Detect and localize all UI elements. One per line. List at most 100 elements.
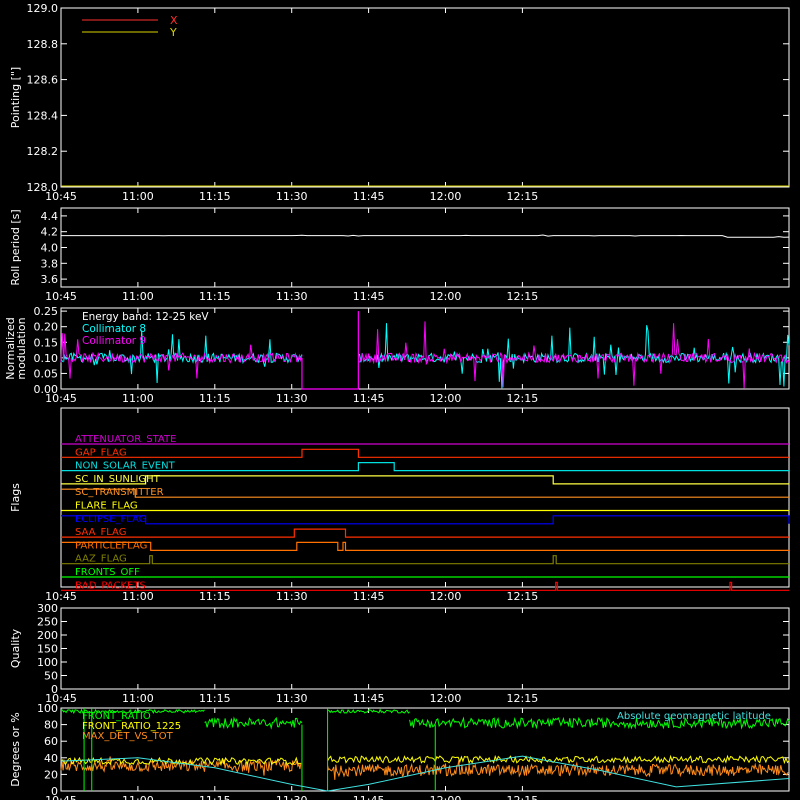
x-tick-label: 12:00	[430, 190, 462, 203]
flag-line-aaz-flag	[61, 555, 789, 565]
panel-frame	[60, 207, 790, 288]
data-gap-line	[301, 311, 359, 390]
x-tick-label: 12:15	[507, 794, 539, 800]
panel-frame	[60, 607, 790, 690]
x-tick-label: 11:45	[353, 794, 385, 800]
x-tick-label: 12:15	[507, 190, 539, 203]
legend-label-right: Absolute geomagnetic latitude	[617, 711, 771, 722]
x-tick-label: 10:45	[45, 290, 77, 303]
y-tick-label: 128.8	[27, 38, 59, 51]
y-tick-label: 3.6	[41, 273, 59, 286]
x-tick-label: 11:45	[353, 190, 385, 203]
flag-label: FRONTS_OFF	[75, 567, 140, 578]
flag-line-sc-in-sunlight	[61, 475, 789, 485]
y-tick-label: 128.0	[27, 181, 59, 194]
flag-label: AAZ_FLAG	[75, 554, 127, 565]
flag-label: BAD_PACKETS	[75, 580, 146, 591]
flag-label: ATTENUATOR_STATE	[75, 434, 176, 445]
y-axis-label: Degrees or %	[9, 712, 22, 786]
x-tick-label: 11:00	[122, 290, 154, 303]
panel-2: 10:45 11:00 11:15 11:30 11:45 12:00 12:150.000…	[4, 305, 790, 405]
y-tick-label: 0.15	[34, 336, 59, 349]
legend-label: Y	[169, 26, 177, 39]
x-tick-label: 11:15	[199, 290, 231, 303]
x-tick-label: 11:30	[276, 190, 308, 203]
x-tick-label: 12:00	[430, 692, 462, 705]
x-tick-label: 11:15	[199, 392, 231, 405]
y-tick-label: 4.0	[41, 242, 59, 255]
x-tick-label: 11:15	[199, 692, 231, 705]
x-tick-label: 11:00	[122, 190, 154, 203]
x-tick-label: 12:15	[507, 290, 539, 303]
y-tick-label: 4.2	[41, 226, 59, 239]
y-axis-label: Flags	[9, 483, 22, 512]
y-tick-label: 60	[44, 735, 58, 748]
y-tick-label: 128.2	[27, 145, 59, 158]
flag-line-eclipse-flag	[61, 515, 790, 525]
x-tick-label: 11:00	[122, 590, 154, 603]
y-tick-label: 3.8	[41, 257, 59, 270]
y-tick-label: 150	[37, 643, 58, 656]
y-tick-label: 250	[37, 616, 58, 629]
flag-label: SC_TRANSMITTER	[75, 487, 164, 498]
y-tick-label: 20	[44, 768, 58, 781]
x-tick-label: 12:00	[430, 290, 462, 303]
x-tick-label: 12:00	[430, 392, 462, 405]
y-tick-label: 0	[51, 683, 58, 696]
roll-period-line	[61, 234, 790, 238]
x-tick-label: 11:00	[122, 392, 154, 405]
flag-label: NON_SOLAR_EVENT	[75, 461, 176, 472]
flag-line-particleflag	[61, 541, 789, 551]
y-tick-label: 128.6	[27, 74, 59, 87]
legend-label: MAX_DET_VS_TOT	[82, 731, 174, 742]
y-tick-label: 100	[37, 656, 58, 669]
panel-4: 10:45 11:00 11:15 11:30 11:45 12:00 12:1505010…	[9, 602, 790, 705]
collimator-9-line	[60, 321, 790, 389]
x-tick-label: 10:45	[45, 794, 77, 800]
legend-label: Collimator 9	[82, 335, 146, 347]
x-tick-label: 11:45	[353, 692, 385, 705]
y-tick-label: 4.4	[41, 210, 59, 223]
flag-label: FLARE_FLAG	[75, 501, 138, 512]
y-axis-label: modulation	[15, 317, 28, 379]
flag-line-bad-packets	[61, 581, 789, 591]
panel-3: 10:45 11:00 11:15 11:30 11:45 12:00 12:15Flags…	[9, 407, 790, 603]
panel-1: 10:45 11:00 11:15 11:30 11:45 12:00 12:15 3.6 3.…	[9, 207, 790, 303]
x-tick-label: 11:30	[276, 794, 308, 800]
x-tick-label: 11:45	[353, 590, 385, 603]
y-tick-label: 0.05	[34, 367, 59, 380]
x-tick-label: 11:30	[276, 692, 308, 705]
panel-0: 10:45 11:00 11:15 11:30 11:45 12:00 12:15128.0…	[9, 2, 790, 203]
x-tick-label: 11:45	[353, 392, 385, 405]
flag-label: SC_IN_SUNLIGHT	[75, 474, 161, 485]
y-axis-label: Quality	[9, 628, 22, 668]
y-tick-label: 0	[51, 785, 58, 798]
y-axis-label: Roll period [s]	[9, 209, 22, 285]
x-tick-label: 11:15	[199, 190, 231, 203]
legend-label: Collimator 8	[82, 323, 146, 335]
y-tick-label: 0.10	[34, 352, 59, 365]
y-tick-label: 40	[44, 752, 58, 765]
flag-label: PARTICLEFLAG	[75, 540, 147, 551]
flag-line-gap-flag	[61, 448, 789, 458]
x-tick-label: 12:15	[507, 392, 539, 405]
flag-label: GAP_FLAG	[75, 447, 127, 458]
x-tick-label: 12:00	[430, 794, 462, 800]
flag-label: SAA_FLAG	[75, 527, 126, 538]
x-tick-label: 12:15	[507, 590, 539, 603]
flag-line-saa-flag	[61, 528, 789, 538]
y-tick-label: 0.25	[34, 305, 59, 318]
y-tick-label: 50	[44, 670, 58, 683]
y-tick-label: 200	[37, 629, 58, 642]
chart-figure: 10:45 11:00 11:15 11:30 11:45 12:00 12:15 128.0…	[4, 2, 790, 800]
y-axis-label: Pointing ["]	[9, 67, 22, 128]
x-tick-label: 11:00	[122, 794, 154, 800]
front-ratio-1225-line	[60, 754, 790, 767]
x-tick-label: 11:30	[276, 392, 308, 405]
y-tick-label: 0.20	[34, 321, 59, 334]
y-tick-label: 100	[37, 702, 58, 715]
flag-label: ECLIPSE_FLAG	[75, 514, 146, 525]
y-tick-label: 128.4	[27, 109, 59, 122]
x-tick-label: 11:15	[199, 590, 231, 603]
y-tick-label: 0.00	[34, 383, 59, 396]
